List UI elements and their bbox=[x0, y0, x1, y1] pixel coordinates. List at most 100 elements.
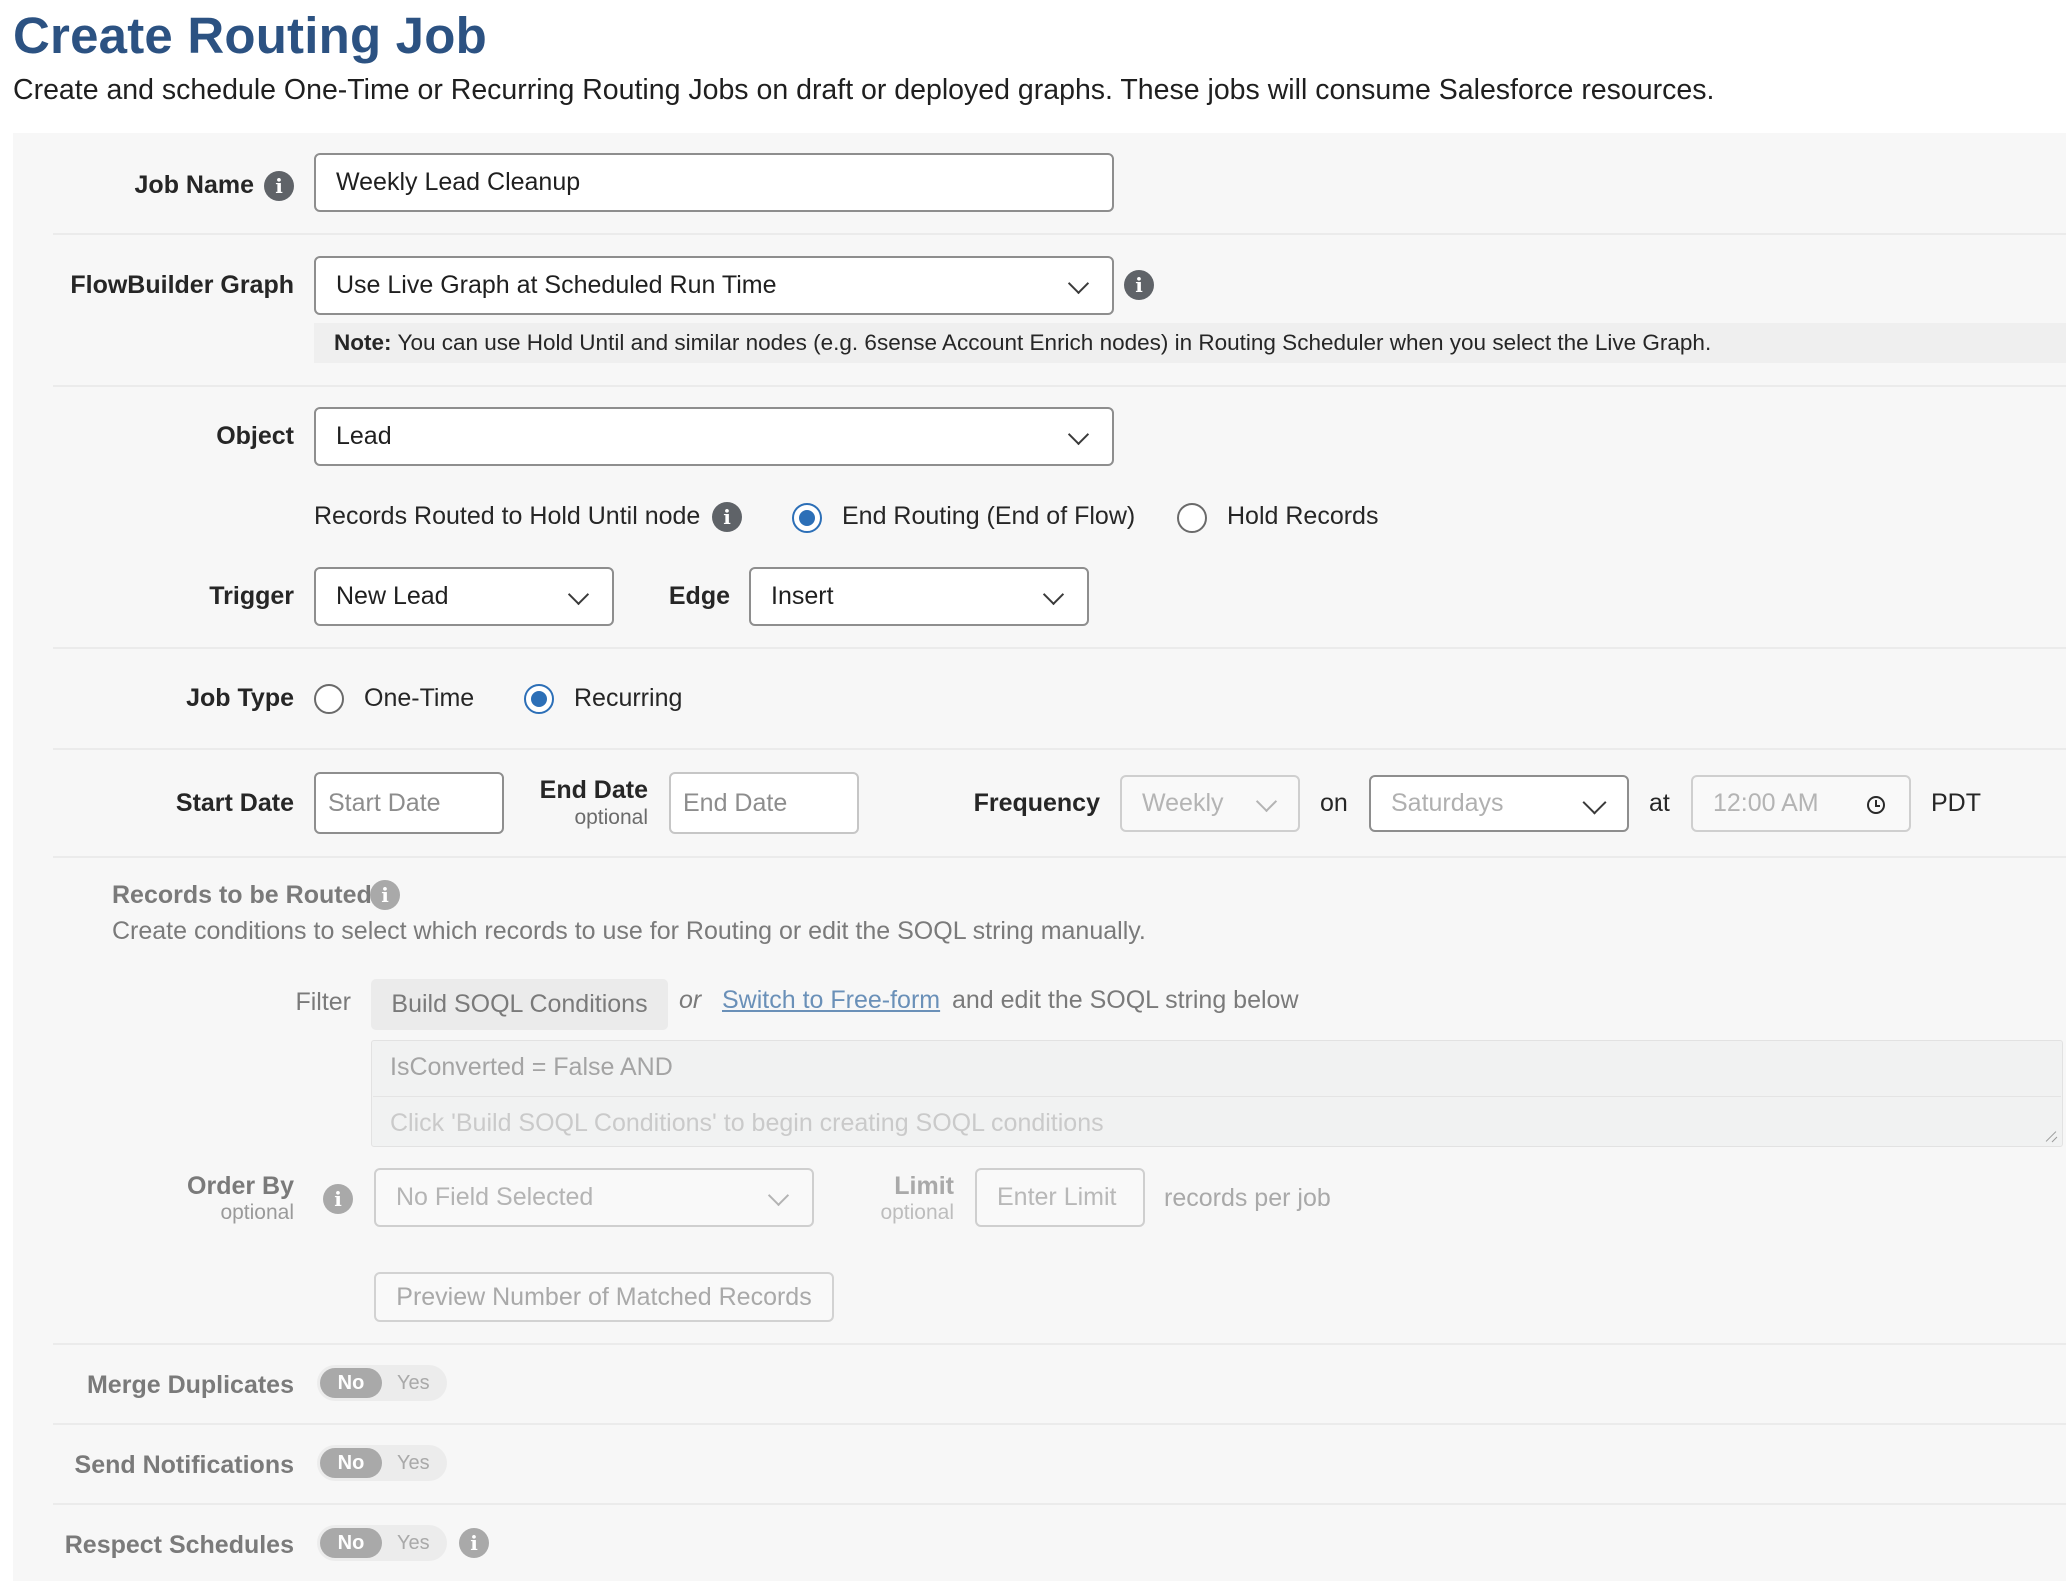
info-icon[interactable]: i bbox=[264, 171, 294, 201]
object-value: Lead bbox=[336, 422, 392, 450]
radio-hold-records[interactable] bbox=[1177, 503, 1207, 533]
limit-optional: optional bbox=[880, 1201, 954, 1224]
respect-schedules-toggle[interactable]: No Yes bbox=[317, 1525, 447, 1561]
soql-placeholder: Click 'Build SOQL Conditions' to begin c… bbox=[390, 1109, 1104, 1137]
limit-input[interactable] bbox=[975, 1168, 1145, 1227]
toggle-yes[interactable]: Yes bbox=[397, 1445, 430, 1481]
radio-recurring[interactable] bbox=[524, 684, 554, 714]
live-graph-note: Note: You can use Hold Until and similar… bbox=[314, 323, 2066, 363]
filter-label: Filter bbox=[295, 988, 351, 1016]
records-routed-description: Create conditions to select which record… bbox=[112, 917, 1146, 945]
chevron-down-icon bbox=[1255, 790, 1278, 812]
hold-until-label: Records Routed to Hold Until node bbox=[314, 502, 701, 530]
divider bbox=[53, 1503, 2066, 1505]
send-notifications-toggle[interactable]: No Yes bbox=[317, 1445, 447, 1481]
radio-hold-records-label[interactable]: Hold Records bbox=[1227, 502, 1378, 531]
toggle-no[interactable]: No bbox=[320, 1448, 382, 1478]
object-label: Object bbox=[216, 422, 294, 450]
or-text: or bbox=[679, 986, 702, 1014]
chevron-down-icon bbox=[1042, 583, 1065, 605]
toggle-yes[interactable]: Yes bbox=[397, 1525, 430, 1561]
at-label: at bbox=[1649, 789, 1670, 817]
chevron-down-icon bbox=[1067, 423, 1090, 445]
on-label: on bbox=[1320, 789, 1348, 817]
trigger-select[interactable]: New Lead bbox=[314, 567, 614, 626]
limit-suffix: records per job bbox=[1164, 1184, 1331, 1212]
radio-end-routing[interactable] bbox=[792, 503, 822, 533]
day-select[interactable]: Saturdays bbox=[1369, 775, 1629, 832]
divider bbox=[53, 1343, 2066, 1345]
end-date-input[interactable] bbox=[669, 772, 859, 834]
divider bbox=[53, 856, 2066, 858]
end-date-label: End Date bbox=[539, 776, 648, 804]
toggle-no[interactable]: No bbox=[320, 1528, 382, 1558]
edge-value: Insert bbox=[771, 582, 834, 610]
divider bbox=[53, 233, 2066, 235]
start-date-field[interactable] bbox=[328, 788, 502, 818]
job-type-label: Job Type bbox=[186, 684, 294, 712]
radio-one-time-label[interactable]: One-Time bbox=[364, 684, 474, 713]
page-title: Create Routing Job bbox=[13, 7, 487, 64]
switch-description: and edit the SOQL string below bbox=[952, 986, 1299, 1014]
edge-select[interactable]: Insert bbox=[749, 567, 1089, 626]
frequency-value: Weekly bbox=[1142, 789, 1224, 817]
divider bbox=[53, 1423, 2066, 1425]
respect-schedules-label: Respect Schedules bbox=[64, 1531, 294, 1559]
frequency-label: Frequency bbox=[973, 789, 1100, 817]
build-soql-button[interactable]: Build SOQL Conditions bbox=[371, 979, 668, 1030]
merge-duplicates-toggle[interactable]: No Yes bbox=[317, 1365, 447, 1401]
divider bbox=[53, 647, 2066, 649]
start-date-input[interactable] bbox=[314, 772, 504, 834]
flowbuilder-graph-label: FlowBuilder Graph bbox=[70, 271, 294, 299]
chevron-down-icon bbox=[1582, 789, 1607, 815]
order-by-optional: optional bbox=[220, 1201, 294, 1224]
flowbuilder-graph-select[interactable]: Use Live Graph at Scheduled Run Time bbox=[314, 256, 1114, 315]
toggle-no[interactable]: No bbox=[320, 1368, 382, 1398]
info-icon[interactable]: i bbox=[459, 1528, 489, 1558]
note-text: You can use Hold Until and similar nodes… bbox=[397, 330, 1712, 355]
merge-duplicates-label: Merge Duplicates bbox=[86, 1371, 294, 1399]
trigger-label: Trigger bbox=[209, 582, 294, 610]
radio-recurring-label[interactable]: Recurring bbox=[574, 684, 682, 713]
chevron-down-icon bbox=[767, 1184, 790, 1206]
info-icon[interactable]: i bbox=[323, 1184, 353, 1214]
resize-handle-icon[interactable] bbox=[2046, 1130, 2058, 1142]
info-icon[interactable]: i bbox=[712, 502, 742, 532]
job-name-field[interactable] bbox=[336, 168, 1112, 197]
limit-field[interactable] bbox=[997, 1183, 1143, 1212]
records-routed-label: Records to be Routed bbox=[112, 881, 372, 909]
clock-icon bbox=[1867, 796, 1885, 814]
order-by-label: Order By bbox=[187, 1172, 294, 1200]
switch-to-freeform-link[interactable]: Switch to Free-form bbox=[722, 986, 940, 1015]
note-bold: Note: bbox=[334, 330, 392, 355]
radio-one-time[interactable] bbox=[314, 684, 344, 714]
day-value: Saturdays bbox=[1391, 789, 1504, 817]
job-name-input[interactable] bbox=[314, 153, 1114, 212]
radio-end-routing-label[interactable]: End Routing (End of Flow) bbox=[842, 502, 1135, 531]
toggle-yes[interactable]: Yes bbox=[397, 1365, 430, 1401]
info-icon[interactable]: i bbox=[1124, 270, 1154, 300]
chevron-down-icon bbox=[567, 583, 590, 605]
divider bbox=[53, 748, 2066, 750]
time-input[interactable]: 12:00 AM bbox=[1691, 775, 1911, 832]
soql-divider bbox=[373, 1096, 2061, 1097]
frequency-select[interactable]: Weekly bbox=[1120, 775, 1300, 832]
preview-matched-records-button[interactable]: Preview Number of Matched Records bbox=[374, 1272, 834, 1322]
limit-label: Limit bbox=[894, 1172, 954, 1200]
order-by-select[interactable]: No Field Selected bbox=[374, 1168, 814, 1227]
soql-textarea[interactable]: IsConverted = False AND Click 'Build SOQ… bbox=[371, 1040, 2063, 1147]
timezone-label: PDT bbox=[1931, 789, 1981, 817]
job-name-label: Job Name bbox=[134, 171, 254, 199]
trigger-value: New Lead bbox=[336, 582, 449, 610]
end-date-field[interactable] bbox=[683, 788, 857, 818]
info-icon[interactable]: i bbox=[370, 880, 400, 910]
start-date-label: Start Date bbox=[175, 789, 294, 817]
divider bbox=[53, 385, 2066, 387]
page-subtitle: Create and schedule One-Time or Recurrin… bbox=[13, 74, 1715, 106]
chevron-down-icon bbox=[1067, 272, 1090, 294]
flowbuilder-graph-value: Use Live Graph at Scheduled Run Time bbox=[336, 271, 777, 299]
time-value: 12:00 AM bbox=[1713, 789, 1819, 817]
end-date-optional: optional bbox=[574, 806, 648, 829]
order-by-value: No Field Selected bbox=[396, 1183, 594, 1211]
object-select[interactable]: Lead bbox=[314, 407, 1114, 466]
